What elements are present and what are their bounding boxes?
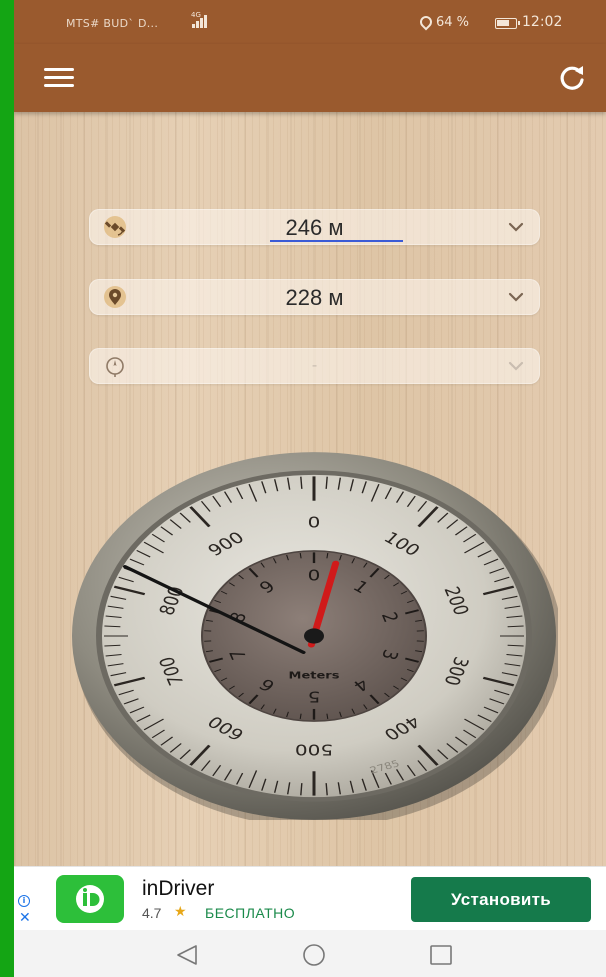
carrier-name: MTS# BUD` D... bbox=[66, 17, 159, 30]
system-nav-bar bbox=[14, 930, 606, 977]
dial-label: 0 bbox=[308, 514, 321, 531]
chevron-down-icon[interactable] bbox=[508, 361, 524, 371]
map-altitude-field[interactable]: 228 м bbox=[89, 279, 540, 315]
ad-banner: i ✕ inDriver 4.7 ★ БЕСПЛАТНО Установить bbox=[14, 866, 606, 930]
dial-label: 500 bbox=[295, 740, 333, 757]
gps-altitude-field[interactable]: 246 м bbox=[89, 209, 540, 245]
inner-label: 5 bbox=[308, 687, 321, 704]
chevron-down-icon[interactable] bbox=[508, 292, 524, 302]
location-status-icon bbox=[417, 13, 435, 31]
needle-hub bbox=[304, 628, 324, 644]
ad-rating: 4.7 bbox=[142, 905, 162, 921]
altimeter-dial: 0100200300400500600700800900 0123456789 … bbox=[72, 452, 558, 820]
barometer-altitude-field[interactable]: - bbox=[89, 348, 540, 384]
clock: 12:02 bbox=[522, 14, 563, 30]
battery-icon bbox=[495, 18, 520, 29]
map-altitude-value: 228 м bbox=[285, 285, 344, 310]
refresh-icon[interactable] bbox=[556, 62, 588, 94]
close-icon[interactable]: ✕ bbox=[19, 911, 31, 925]
star-icon: ★ bbox=[174, 904, 187, 920]
gps-altitude-value: 246 м bbox=[285, 215, 344, 240]
app-bar bbox=[14, 44, 606, 112]
battery-percent: 64 % bbox=[436, 15, 470, 30]
ad-app-logo[interactable] bbox=[56, 875, 124, 923]
home-circle-icon[interactable] bbox=[301, 944, 327, 966]
barometer-altitude-value: - bbox=[311, 357, 318, 374]
ad-price: БЕСПЛАТНО bbox=[205, 905, 296, 921]
hamburger-menu-icon[interactable] bbox=[42, 64, 78, 92]
signal-icon bbox=[192, 14, 210, 28]
recent-apps-square-icon[interactable] bbox=[428, 944, 454, 966]
back-triangle-icon[interactable] bbox=[174, 944, 200, 966]
chevron-down-icon[interactable] bbox=[508, 222, 524, 232]
inner-label: 0 bbox=[308, 568, 321, 585]
status-bar: MTS# BUD` D... 4G 64 % 12:02 bbox=[14, 0, 606, 44]
input-underline bbox=[270, 240, 403, 242]
ad-title[interactable]: inDriver bbox=[142, 877, 214, 901]
app-screen: MTS# BUD` D... 4G 64 % 12:02 246 м 228 м… bbox=[14, 0, 606, 977]
ad-info-icon[interactable]: i bbox=[18, 895, 30, 907]
install-button[interactable]: Установить bbox=[411, 877, 591, 922]
unit-label: Meters bbox=[289, 669, 340, 681]
